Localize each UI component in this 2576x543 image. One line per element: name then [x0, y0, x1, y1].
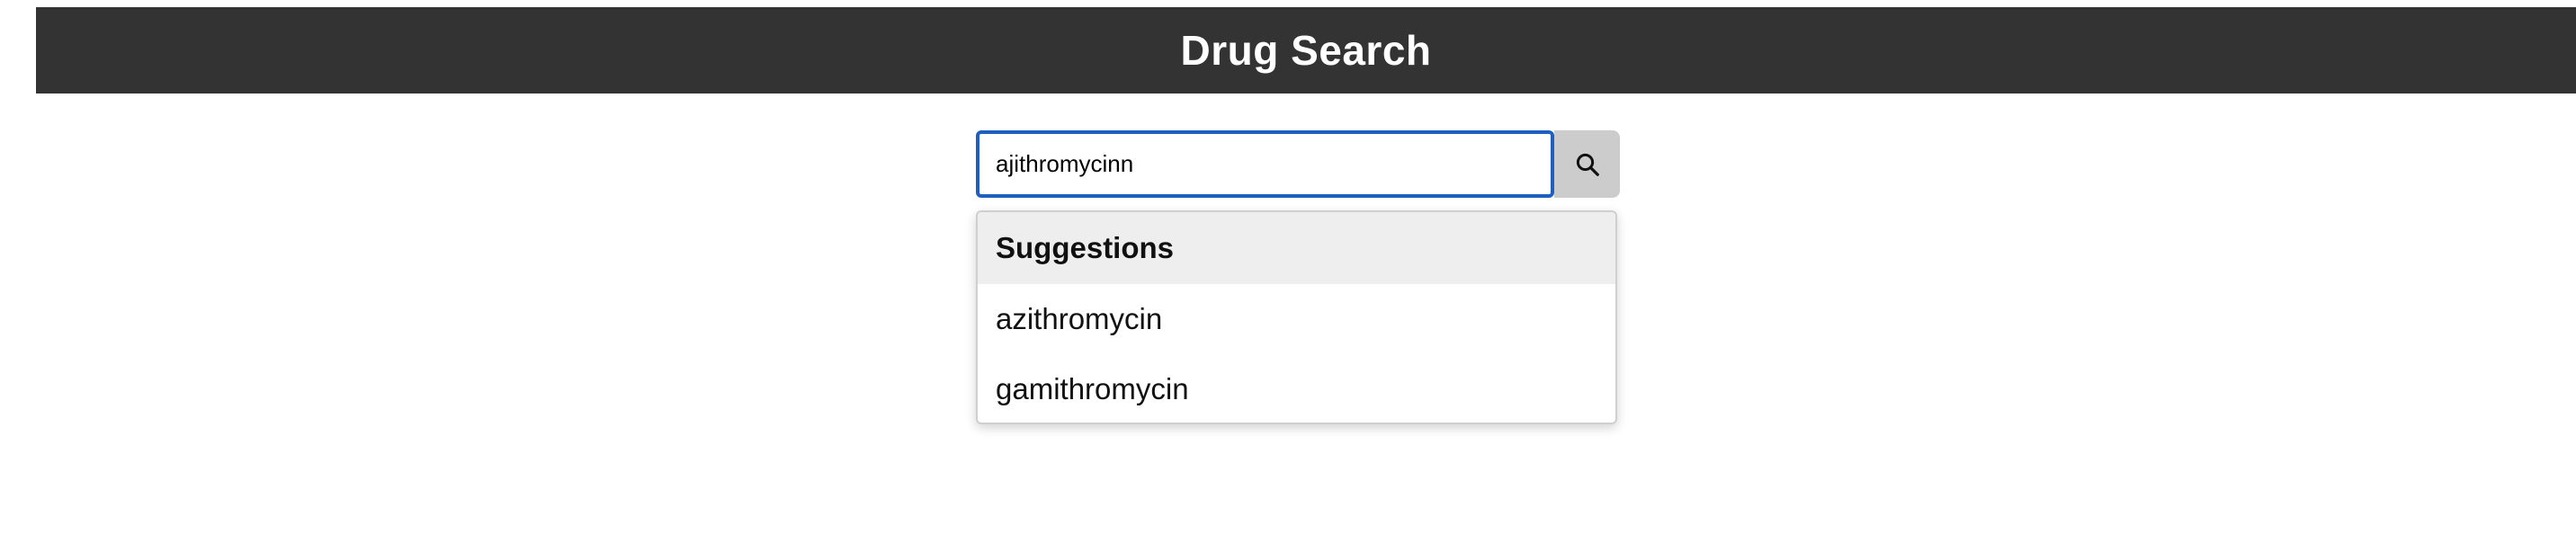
suggestion-item-azithromycin[interactable]: azithromycin: [978, 284, 1615, 354]
search-icon: [1576, 153, 1599, 176]
page: Drug Search Suggestions azithromycin gam…: [0, 0, 2576, 543]
search-bar: [976, 130, 1620, 198]
app-header: Drug Search: [36, 7, 2576, 93]
search-button[interactable]: [1554, 130, 1620, 198]
suggestions-heading: Suggestions: [978, 212, 1615, 284]
suggestion-item-gamithromycin[interactable]: gamithromycin: [978, 354, 1615, 423]
suggestions-dropdown: Suggestions azithromycin gamithromycin: [976, 210, 1617, 424]
page-title: Drug Search: [1180, 27, 1432, 74]
search-input[interactable]: [976, 130, 1554, 198]
